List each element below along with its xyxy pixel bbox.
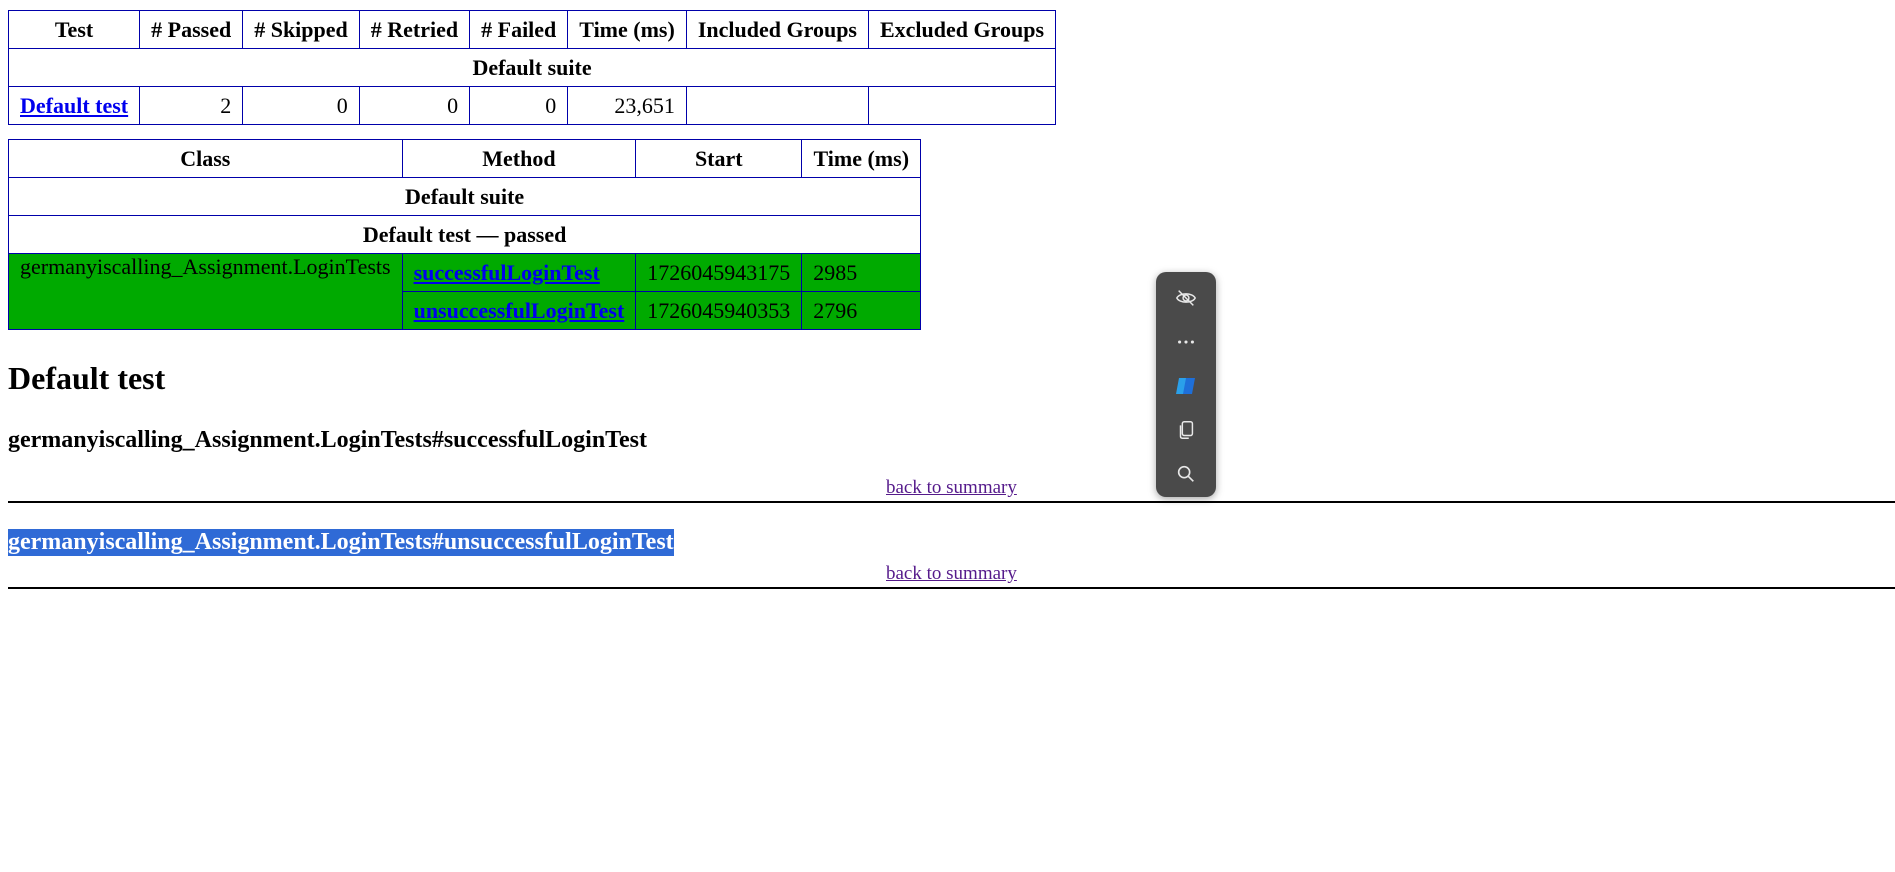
excluded-groups xyxy=(867,86,1057,125)
start-time: 1726045943175 xyxy=(635,253,803,292)
test-cell: Default test xyxy=(7,86,141,125)
back-to-summary-link[interactable]: back to summary xyxy=(886,477,1895,499)
methods-suite-name: Default suite xyxy=(7,177,922,216)
time-total: 23,651 xyxy=(567,86,687,125)
suite-row: Default suite xyxy=(7,48,1057,87)
hide-menu-button[interactable] xyxy=(1156,276,1216,320)
table-row: germanyiscalling_Assignment.LoginTests s… xyxy=(8,253,922,330)
method-section: germanyiscalling_Assignment.LoginTests#u… xyxy=(8,503,1895,563)
header-passed: # Passed xyxy=(139,10,244,49)
method-time: 2985 xyxy=(801,253,922,292)
divider xyxy=(8,587,1895,589)
unsuccessful-login-test-link[interactable]: unsuccessfulLoginTest xyxy=(414,298,625,323)
more-options-button[interactable] xyxy=(1156,320,1216,364)
failed-count: 0 xyxy=(469,86,569,125)
report-page: Test # Passed # Skipped # Retried # Fail… xyxy=(0,0,1895,589)
header-skipped: # Skipped xyxy=(242,10,360,49)
header-failed: # Failed xyxy=(469,10,569,49)
methods-table: Class Method Start Time (ms) Default sui… xyxy=(7,139,922,330)
header-excluded-groups: Excluded Groups xyxy=(867,10,1057,49)
default-test-link[interactable]: Default test xyxy=(20,93,128,118)
method-cell: successfulLoginTest xyxy=(401,253,637,292)
method-time: 2796 xyxy=(801,291,922,330)
successful-login-test-link[interactable]: successfulLoginTest xyxy=(414,260,600,285)
test-status: Default test — passed xyxy=(7,215,922,254)
table-row: Default test 2 0 0 0 23,651 xyxy=(7,86,1057,125)
test-title: Default test xyxy=(8,360,166,396)
summary-table: Test # Passed # Skipped # Retried # Fail… xyxy=(7,10,1057,125)
methods-header-row: Class Method Start Time (ms) xyxy=(8,139,922,178)
header-method-time: Time (ms) xyxy=(801,139,922,178)
class-name: germanyiscalling_Assignment.LoginTests xyxy=(8,253,403,330)
summary-header-row: Test # Passed # Skipped # Retried # Fail… xyxy=(7,10,1057,49)
search-icon xyxy=(1177,465,1194,482)
header-time: Time (ms) xyxy=(567,10,687,49)
header-test: Test xyxy=(7,10,141,49)
back-to-summary-link[interactable]: back to summary xyxy=(886,563,1895,585)
method-title-selected: germanyiscalling_Assignment.LoginTests#u… xyxy=(8,529,674,556)
test-status-row: Default test — passed xyxy=(7,215,922,254)
more-icon xyxy=(1178,340,1194,344)
copy-button[interactable] xyxy=(1156,408,1216,452)
retried-count: 0 xyxy=(358,86,471,125)
copilot-button[interactable] xyxy=(1156,364,1216,408)
suite-row: Default suite xyxy=(7,177,922,216)
skipped-count: 0 xyxy=(242,86,360,125)
suite-name: Default suite xyxy=(7,48,1057,87)
search-button[interactable] xyxy=(1156,452,1216,496)
header-included-groups: Included Groups xyxy=(685,10,869,49)
header-class: Class xyxy=(8,139,403,178)
eye-hidden-icon xyxy=(1176,290,1196,306)
copy-icon xyxy=(1179,421,1194,439)
method-section: germanyiscalling_Assignment.LoginTests#s… xyxy=(8,397,1895,477)
selection-mini-menu xyxy=(1156,272,1216,497)
passed-count: 2 xyxy=(139,86,244,125)
start-time: 1726045940353 xyxy=(635,291,803,330)
header-retried: # Retried xyxy=(358,10,471,49)
included-groups xyxy=(685,86,869,125)
header-method: Method xyxy=(401,139,637,178)
method-title: germanyiscalling_Assignment.LoginTests#s… xyxy=(8,427,647,453)
header-start: Start xyxy=(635,139,803,178)
method-cell: unsuccessfulLoginTest xyxy=(401,291,637,330)
copilot-icon xyxy=(1176,378,1195,394)
